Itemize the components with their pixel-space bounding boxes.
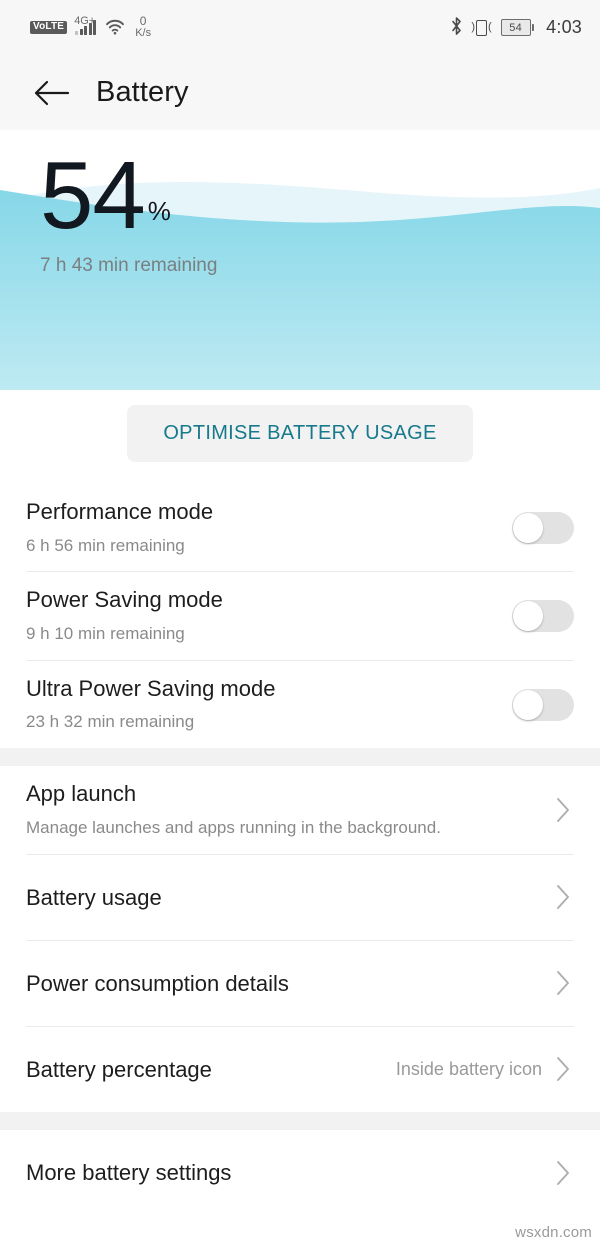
section-divider — [0, 1111, 600, 1130]
row-subtitle: 9 h 10 min remaining — [26, 623, 185, 643]
vibrate-icon: )( — [471, 19, 492, 36]
page-title: Battery — [96, 76, 189, 108]
back-arrow-icon[interactable] — [30, 71, 74, 115]
chevron-right-icon — [552, 969, 574, 997]
app-header: Battery — [0, 55, 600, 130]
row-title: Power consumption details — [26, 970, 289, 996]
chevron-right-icon — [552, 883, 574, 911]
row-title: App launch — [26, 781, 137, 807]
row-power-saving-mode[interactable]: Power Saving mode 9 h 10 min remaining — [26, 571, 574, 659]
row-title: Performance mode — [26, 499, 214, 524]
section-divider — [0, 748, 600, 767]
row-text: Performance mode 6 h 56 min remaining — [26, 498, 512, 557]
status-bar: VoLTE 4G+ 0 K/s) (54 4:03 — [0, 0, 600, 55]
chevron-right-icon — [552, 1159, 574, 1187]
row-ultra-power-saving-mode[interactable]: Ultra Power Saving mode 23 h 32 min rema… — [26, 659, 574, 748]
toggle-knob — [513, 689, 543, 720]
battery-percentage-value: Inside battery icon — [395, 1058, 542, 1079]
bluetooth-icon — [451, 16, 462, 39]
row-power-consumption-details[interactable]: Power consumption details — [26, 939, 574, 1026]
row-battery-percentage[interactable]: Battery percentage Inside battery icon — [26, 1025, 574, 1112]
clock: 4:03 — [546, 17, 582, 37]
row-title: Power Saving mode — [26, 587, 223, 613]
row-text: Battery percentage — [26, 1056, 396, 1084]
status-bar-right: )( 54 4:03 — [451, 16, 582, 39]
chevron-right-icon — [552, 796, 574, 824]
row-text: Battery usage — [26, 884, 552, 912]
watermark: wsxdn.com — [515, 1224, 592, 1241]
battery-level-label: 54 — [509, 21, 523, 34]
signal-strength-icon: 4G+ — [74, 15, 97, 35]
row-battery-usage[interactable]: Battery usage — [26, 853, 574, 940]
row-subtitle: 23 h 32 min remaining — [26, 712, 195, 732]
row-subtitle: Manage launches and apps running in the … — [26, 817, 441, 837]
row-app-launch[interactable]: App launch Manage launches and apps runn… — [26, 766, 574, 853]
battery-percent-value: 54 — [40, 142, 146, 249]
toggle-performance-mode[interactable] — [512, 511, 574, 544]
row-title: Ultra Power Saving mode — [26, 675, 276, 701]
network-speed-unit: K/s — [135, 27, 152, 40]
battery-modes-section: Performance mode 6 h 56 min remaining Po… — [0, 484, 600, 749]
toggle-knob — [513, 512, 543, 543]
row-title: More battery settings — [26, 1160, 232, 1185]
row-text: Ultra Power Saving mode 23 h 32 min rema… — [26, 675, 512, 734]
optimise-battery-usage-button[interactable]: OPTIMISE BATTERY USAGE — [127, 405, 473, 462]
volte-icon: VoLTE — [30, 20, 68, 34]
battery-links-section: App launch Manage launches and apps runn… — [0, 766, 600, 1112]
optimise-button-container: OPTIMISE BATTERY USAGE — [0, 390, 600, 484]
status-bar-left: VoLTE 4G+ 0 K/s — [30, 15, 151, 39]
wifi-icon — [105, 19, 125, 35]
row-more-battery-settings[interactable]: More battery settings — [26, 1130, 574, 1216]
more-settings-section: More battery settings — [0, 1129, 600, 1216]
battery-level-text: 54 % 7 h 43 min remaining — [40, 142, 218, 277]
row-text: Power Saving mode 9 h 10 min remaining — [26, 586, 512, 645]
toggle-knob — [513, 601, 543, 632]
toggle-ultra-power-saving-mode[interactable] — [512, 688, 574, 721]
row-title: Battery percentage — [26, 1056, 212, 1082]
battery-remaining-label: 7 h 43 min remaining — [40, 255, 218, 277]
row-text: More battery settings — [26, 1159, 552, 1187]
battery-status-icon: 54 — [500, 19, 535, 36]
battery-settings-screen: VoLTE 4G+ 0 K/s) (54 4:03 Battery 54 %… — [0, 0, 600, 1245]
row-text: App launch Manage launches and apps runn… — [26, 780, 552, 839]
row-performance-mode[interactable]: Performance mode 6 h 56 min remaining — [26, 484, 574, 571]
network-speed: 0 K/s — [135, 15, 151, 39]
percent-symbol: % — [147, 196, 171, 227]
toggle-power-saving-mode[interactable] — [512, 600, 574, 633]
row-text: Power consumption details — [26, 970, 552, 998]
chevron-right-icon — [552, 1055, 574, 1083]
row-title: Battery usage — [26, 884, 162, 910]
network-type-label: 4G+ — [74, 14, 96, 27]
row-subtitle: 6 h 56 min remaining — [26, 535, 185, 555]
battery-level-hero: 54 % 7 h 43 min remaining — [0, 130, 600, 390]
